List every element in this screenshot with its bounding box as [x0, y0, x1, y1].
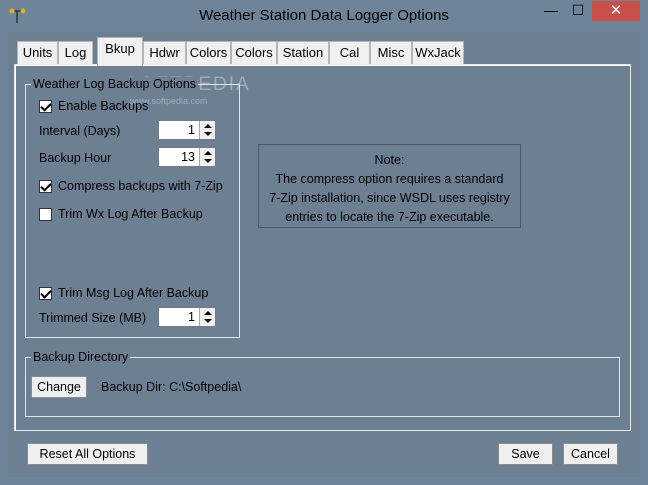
close-button[interactable]: ✕	[592, 1, 640, 21]
compress-checkbox[interactable]	[39, 180, 52, 193]
compress-note: Note: The compress option requires a sta…	[258, 144, 521, 228]
note-title: Note:	[374, 153, 405, 167]
compress-label: Compress backups with 7-Zip	[58, 179, 223, 193]
backup-directory-title: Backup Directory	[31, 350, 131, 364]
tab-bkup[interactable]: Bkup	[97, 37, 143, 66]
save-button[interactable]: Save	[498, 443, 553, 465]
tab-units[interactable]: Units	[17, 41, 58, 65]
backup-dir-text: Backup Dir: C:\Softpedia\	[101, 380, 242, 394]
trimmed-size-label: Trimmed Size (MB)	[39, 311, 147, 325]
maximize-button[interactable]: ☐	[565, 1, 591, 21]
trimmed-size-updown[interactable]	[199, 308, 215, 326]
tab-colors-1[interactable]: Colors	[186, 41, 231, 65]
spin-down-icon[interactable]	[204, 319, 212, 323]
tab-colors-2[interactable]: Colors	[231, 41, 277, 65]
spin-down-icon[interactable]	[204, 159, 212, 163]
tab-station[interactable]: Station	[277, 41, 329, 65]
spin-up-icon[interactable]	[204, 124, 212, 128]
change-button[interactable]: Change	[31, 376, 87, 398]
spin-up-icon[interactable]	[204, 311, 212, 315]
note-line-3: entries to locate the 7-Zip executable.	[285, 210, 494, 224]
spin-up-icon[interactable]	[204, 151, 212, 155]
backup-options-title: Weather Log Backup Options	[31, 77, 199, 91]
backup-hour-label: Backup Hour	[39, 151, 112, 165]
trim-msg-label: Trim Msg Log After Backup	[58, 286, 209, 300]
interval-spinner[interactable]: 1	[158, 120, 216, 140]
minimize-button[interactable]: —	[538, 1, 564, 21]
title-bar: Weather Station Data Logger Options — ☐ …	[0, 0, 648, 32]
backup-hour-spinner[interactable]: 13	[158, 147, 216, 167]
note-line-2: 7-Zip installation, since WSDL uses regi…	[269, 191, 510, 205]
trimmed-size-spinner[interactable]: 1	[158, 307, 216, 327]
tab-misc[interactable]: Misc	[370, 41, 412, 65]
trim-wx-label: Trim Wx Log After Backup	[58, 207, 203, 221]
tab-cal[interactable]: Cal	[329, 41, 370, 65]
interval-updown[interactable]	[199, 121, 215, 139]
backup-hour-updown[interactable]	[199, 148, 215, 166]
enable-backups-checkbox[interactable]	[39, 100, 52, 113]
spin-down-icon[interactable]	[204, 132, 212, 136]
trim-wx-checkbox[interactable]	[39, 208, 52, 221]
backup-hour-value: 13	[181, 150, 195, 164]
interval-value: 1	[188, 123, 195, 137]
trim-msg-checkbox[interactable]	[39, 287, 52, 300]
enable-backups-label: Enable Backups	[58, 99, 149, 113]
tab-log[interactable]: Log	[58, 41, 93, 65]
cancel-button[interactable]: Cancel	[563, 443, 618, 465]
reset-all-options-button[interactable]: Reset All Options	[27, 443, 148, 465]
note-line-1: The compress option requires a standard	[275, 172, 504, 186]
trimmed-size-value: 1	[188, 310, 195, 324]
tab-hdwr[interactable]: Hdwr	[143, 41, 186, 65]
tab-wxjack[interactable]: WxJack	[412, 41, 464, 65]
interval-label: Interval (Days)	[39, 124, 121, 138]
